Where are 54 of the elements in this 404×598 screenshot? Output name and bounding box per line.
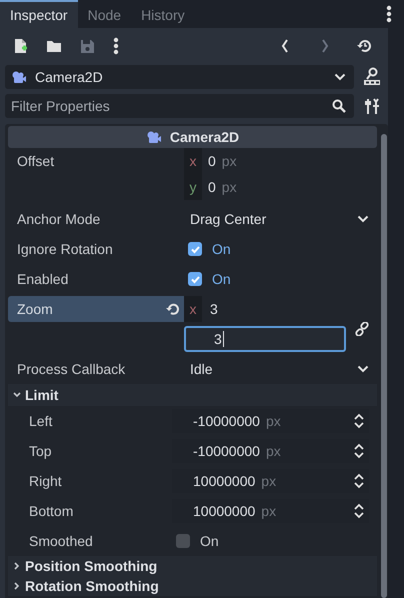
menu-icon[interactable] bbox=[386, 5, 392, 23]
folder-icon[interactable] bbox=[46, 39, 62, 53]
history-icon[interactable] bbox=[357, 38, 373, 54]
tab[interactable]: Node bbox=[78, 0, 132, 28]
axis-label: y bbox=[184, 174, 202, 200]
number-field[interactable]: 3 bbox=[184, 326, 346, 352]
spinner-arrows-icon[interactable] bbox=[353, 413, 365, 429]
revert-icon[interactable] bbox=[166, 302, 180, 316]
section-title: Camera2D bbox=[170, 129, 240, 145]
unit-label: px bbox=[222, 153, 237, 169]
property-group[interactable]: Position Smoothing bbox=[8, 556, 377, 576]
property-group[interactable]: Limit bbox=[8, 384, 377, 406]
axis-label: x bbox=[184, 148, 202, 174]
search-icon bbox=[332, 99, 346, 113]
property-label: Smoothed bbox=[28, 532, 94, 551]
save-icon[interactable] bbox=[80, 38, 95, 54]
checkbox[interactable]: On bbox=[184, 267, 235, 291]
more-icon[interactable] bbox=[113, 37, 119, 55]
tools-icon[interactable] bbox=[365, 98, 379, 114]
property-label: Anchor Mode bbox=[16, 210, 102, 229]
property-label: Offset bbox=[16, 152, 56, 171]
property-label: Enabled bbox=[16, 270, 70, 289]
node-selector[interactable]: Camera2D bbox=[5, 65, 354, 89]
property-label: Zoom bbox=[17, 301, 53, 317]
property-label: Ignore Rotation bbox=[16, 240, 114, 259]
new-script-icon[interactable] bbox=[14, 38, 28, 54]
tab[interactable]: Inspector bbox=[0, 0, 78, 28]
dropdown[interactable]: Drag Center bbox=[184, 207, 369, 231]
link-icon[interactable] bbox=[355, 322, 369, 336]
number-value[interactable]: 0 bbox=[208, 153, 216, 169]
camera-icon bbox=[146, 130, 162, 144]
forward-icon[interactable] bbox=[321, 39, 329, 53]
number-value[interactable]: 0 bbox=[208, 179, 216, 195]
spinner-arrows-icon[interactable] bbox=[353, 473, 365, 489]
camera-icon bbox=[11, 70, 27, 84]
search-field[interactable]: Filter Properties bbox=[5, 94, 354, 118]
property-group[interactable]: Rotation Smoothing bbox=[8, 576, 377, 596]
property-label: Top bbox=[28, 442, 53, 461]
property-label: Process Callback bbox=[16, 360, 126, 379]
spinner-arrows-icon[interactable] bbox=[353, 443, 365, 459]
property-label: Right bbox=[28, 472, 63, 491]
spinner-arrows-icon[interactable] bbox=[353, 503, 365, 519]
checkbox[interactable]: On bbox=[184, 237, 235, 261]
dropdown[interactable]: Idle bbox=[184, 357, 369, 381]
axis-label: x bbox=[184, 296, 202, 322]
property-label: Bottom bbox=[28, 502, 74, 521]
filter-field[interactable]: Filter Properties bbox=[11, 98, 324, 114]
unit-label: px bbox=[222, 179, 237, 195]
checkbox[interactable]: On bbox=[172, 529, 223, 553]
property-label: Left bbox=[28, 412, 54, 431]
number-value[interactable]: 3 bbox=[210, 301, 218, 317]
scrollbar[interactable] bbox=[381, 134, 387, 598]
tab[interactable]: History bbox=[131, 0, 195, 28]
back-icon[interactable] bbox=[281, 39, 289, 53]
